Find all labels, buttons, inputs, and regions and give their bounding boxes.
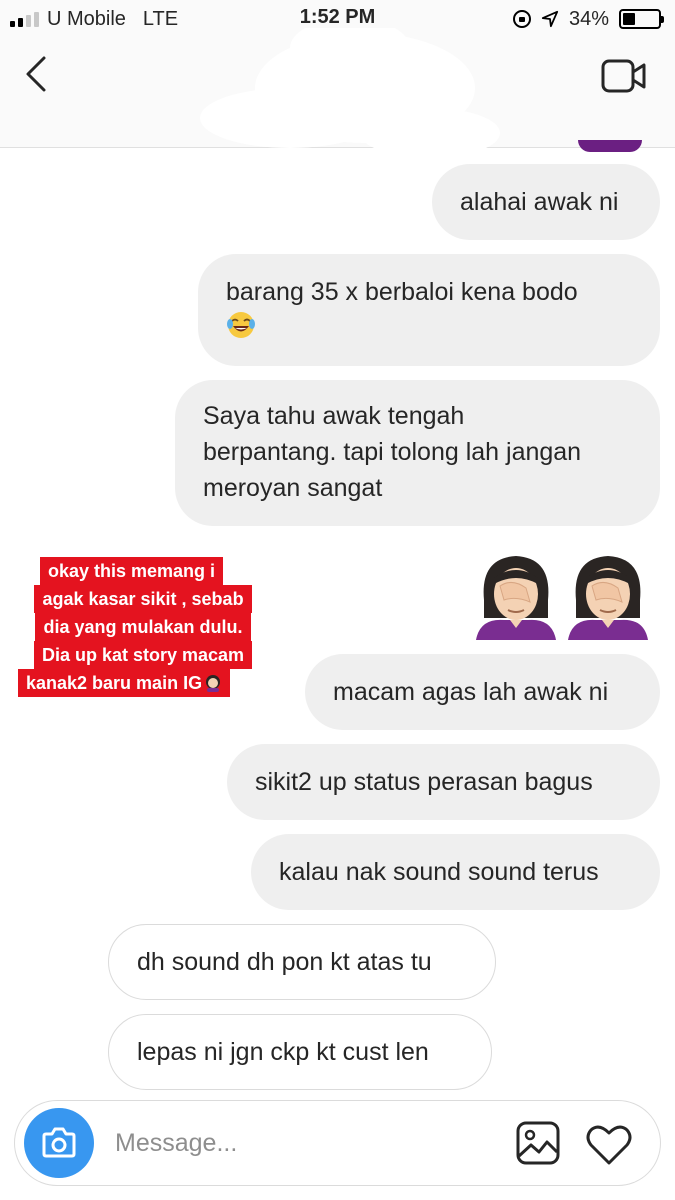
- redacted-username-area: [200, 28, 500, 158]
- video-call-icon[interactable]: [601, 58, 647, 94]
- story-annotation: okay this memang i agak kasar sikit , se…: [18, 557, 268, 697]
- heart-icon[interactable]: [585, 1121, 633, 1167]
- message-sent[interactable]: macam agas lah awak ni: [305, 654, 660, 730]
- message-sent[interactable]: barang 35 x berbaloi kena bodo: [198, 254, 660, 366]
- status-bar-right: 34%: [512, 6, 664, 32]
- orientation-lock-icon: [512, 10, 531, 28]
- message-text: alahai awak ni: [460, 188, 619, 216]
- message-text-line: meroyan sangat: [203, 474, 383, 502]
- message-sent[interactable]: alahai awak ni: [432, 164, 660, 240]
- message-input[interactable]: [115, 1123, 475, 1163]
- message-text: macam agas lah awak ni: [333, 678, 609, 706]
- annotation-line-last: kanak2 baru main IG: [18, 669, 231, 697]
- message-text: barang 35 x berbaloi kena bodo: [226, 278, 578, 306]
- message-text-line: berpantang. tapi tolong lah jangan: [203, 438, 582, 466]
- face-with-tears-of-joy-icon: [227, 312, 255, 338]
- woman-facepalming-icon: [476, 556, 556, 640]
- message-sent[interactable]: kalau nak sound sound terus: [251, 834, 660, 910]
- back-chevron-icon[interactable]: [20, 52, 56, 96]
- message-text: sikit2 up status perasan bagus: [255, 768, 593, 796]
- annotation-text: kanak2 baru main IG: [26, 673, 203, 693]
- message-text-line: Saya tahu awak tengah: [203, 402, 465, 430]
- battery-icon: [619, 9, 664, 29]
- image-gallery-icon[interactable]: [515, 1120, 561, 1166]
- previous-message-edge: [578, 140, 642, 152]
- message-received[interactable]: lepas ni jgn ckp kt cust len: [108, 1014, 492, 1090]
- location-arrow-icon: [541, 10, 559, 28]
- message-composer: [14, 1100, 661, 1186]
- camera-button[interactable]: [24, 1108, 94, 1178]
- battery-percent: 34%: [568, 7, 609, 30]
- annotation-line: dia yang mulakan dulu.: [35, 613, 251, 641]
- woman-facepalming-icon: [206, 675, 221, 692]
- annotation-line: agak kasar sikit , sebab: [34, 585, 252, 613]
- message-text: dh sound dh pon kt atas tu: [137, 948, 432, 976]
- woman-facepalming-icon: [568, 556, 648, 640]
- annotation-line: Dia up kat story macam: [33, 641, 253, 669]
- message-text: kalau nak sound sound terus: [279, 858, 599, 886]
- annotation-line: okay this memang i: [40, 557, 224, 585]
- chat-header: [0, 28, 675, 158]
- message-sent[interactable]: sikit2 up status perasan bagus: [227, 744, 660, 820]
- message-received[interactable]: dh sound dh pon kt atas tu: [108, 924, 496, 1000]
- message-text: lepas ni jgn ckp kt cust len: [137, 1038, 429, 1066]
- message-sent[interactable]: Saya tahu awak tengah berpantang. tapi t…: [175, 380, 660, 526]
- camera-icon: [42, 1127, 76, 1158]
